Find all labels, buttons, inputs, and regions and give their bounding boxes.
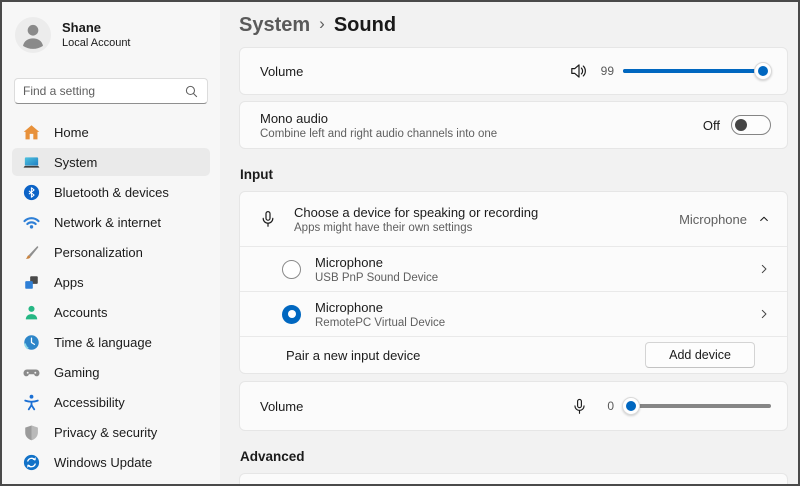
sidebar-item-label: Gaming xyxy=(54,365,100,380)
mono-audio-row: Mono audio Combine left and right audio … xyxy=(239,101,788,149)
windows-update-icon xyxy=(22,453,41,472)
microphone-icon xyxy=(570,397,589,416)
home-icon xyxy=(22,123,41,142)
microphone-icon xyxy=(258,209,278,229)
user-account-type: Local Account xyxy=(62,36,131,50)
main-content: System › Sound Volume 99 M xyxy=(220,2,798,484)
add-device-button[interactable]: Add device xyxy=(645,342,755,368)
device-description: USB PnP Sound Device xyxy=(315,271,438,285)
sidebar: Shane Local Account Home System xyxy=(2,2,220,484)
sidebar-item-label: Accounts xyxy=(54,305,107,320)
output-volume-value: 99 xyxy=(598,64,614,78)
sidebar-item-windows-update[interactable]: Windows Update xyxy=(12,448,210,476)
input-section-title: Input xyxy=(240,167,788,182)
radio-selected-icon[interactable] xyxy=(282,305,301,324)
input-device-chooser-header[interactable]: Choose a device for speaking or recordin… xyxy=(240,192,787,246)
paintbrush-icon xyxy=(22,243,41,262)
device-description: RemotePC Virtual Device xyxy=(315,316,445,330)
sidebar-item-label: System xyxy=(54,155,97,170)
settings-window: Shane Local Account Home System xyxy=(0,0,800,486)
device-row-usb-pnp[interactable]: Microphone USB PnP Sound Device xyxy=(240,247,787,291)
input-volume-slider[interactable] xyxy=(623,396,771,416)
sidebar-item-network-internet[interactable]: Network & internet xyxy=(12,208,210,236)
chevron-right-icon xyxy=(757,262,771,276)
sidebar-item-label: Home xyxy=(54,125,89,140)
breadcrumb-separator-icon: › xyxy=(319,14,325,36)
shield-icon xyxy=(22,423,41,442)
sidebar-item-gaming[interactable]: Gaming xyxy=(12,358,210,386)
sidebar-item-accessibility[interactable]: Accessibility xyxy=(12,388,210,416)
time-language-icon xyxy=(22,333,41,352)
accounts-icon xyxy=(22,303,41,322)
sidebar-item-accounts[interactable]: Accounts xyxy=(12,298,210,326)
mono-audio-title: Mono audio xyxy=(260,110,497,127)
device-name: Microphone xyxy=(315,254,438,271)
device-row-remotepc[interactable]: Microphone RemotePC Virtual Device xyxy=(240,292,787,336)
chevron-up-icon xyxy=(757,212,771,226)
chooser-title: Choose a device for speaking or recordin… xyxy=(294,204,538,221)
mono-audio-state: Off xyxy=(703,118,720,133)
pair-device-row: Pair a new input device Add device xyxy=(240,337,787,373)
page-title: Sound xyxy=(334,14,396,37)
chevron-right-icon xyxy=(757,307,771,321)
chooser-description: Apps might have their own settings xyxy=(294,221,538,235)
breadcrumb: System › Sound xyxy=(239,10,788,40)
sidebar-item-system[interactable]: System xyxy=(12,148,210,176)
sidebar-item-time-language[interactable]: Time & language xyxy=(12,328,210,356)
search-box[interactable] xyxy=(14,78,208,104)
sidebar-item-label: Time & language xyxy=(54,335,152,350)
input-volume-value: 0 xyxy=(598,399,614,413)
output-volume-slider-thumb[interactable] xyxy=(754,62,772,80)
search-input[interactable] xyxy=(23,84,184,98)
user-avatar-icon xyxy=(14,16,52,54)
mono-audio-description: Combine left and right audio channels in… xyxy=(260,127,497,141)
sidebar-item-apps[interactable]: Apps xyxy=(12,268,210,296)
system-icon xyxy=(22,153,41,172)
sidebar-item-label: Apps xyxy=(54,275,84,290)
search-icon[interactable] xyxy=(184,84,199,99)
gamepad-icon xyxy=(22,363,41,382)
sidebar-item-bluetooth-devices[interactable]: Bluetooth & devices xyxy=(12,178,210,206)
output-volume-slider[interactable] xyxy=(623,61,771,81)
radio-unselected-icon[interactable] xyxy=(282,260,301,279)
output-volume-label: Volume xyxy=(260,64,303,79)
input-volume-row: Volume 0 xyxy=(239,381,788,431)
accessibility-icon xyxy=(22,393,41,412)
breadcrumb-system-link[interactable]: System xyxy=(239,14,310,37)
sidebar-item-label: Accessibility xyxy=(54,395,125,410)
sidebar-item-privacy-security[interactable]: Privacy & security xyxy=(12,418,210,446)
advanced-section-title: Advanced xyxy=(240,449,788,464)
user-account[interactable]: Shane Local Account xyxy=(12,14,210,68)
advanced-card-partial xyxy=(239,473,788,484)
sidebar-item-label: Windows Update xyxy=(54,455,152,470)
input-volume-slider-thumb[interactable] xyxy=(622,397,640,415)
sidebar-item-label: Bluetooth & devices xyxy=(54,185,169,200)
sidebar-item-label: Privacy & security xyxy=(54,425,157,440)
output-volume-row: Volume 99 xyxy=(239,47,788,95)
sidebar-item-home[interactable]: Home xyxy=(12,118,210,146)
mono-audio-toggle[interactable] xyxy=(731,115,771,135)
speaker-icon[interactable] xyxy=(569,61,589,81)
input-volume-label: Volume xyxy=(260,399,303,414)
wifi-icon xyxy=(22,213,41,232)
device-name: Microphone xyxy=(315,299,445,316)
input-device-chooser-card: Choose a device for speaking or recordin… xyxy=(239,191,788,374)
user-name: Shane xyxy=(62,20,131,36)
chooser-selected-device[interactable]: Microphone xyxy=(679,212,771,227)
sidebar-item-label: Network & internet xyxy=(54,215,161,230)
bluetooth-icon xyxy=(22,183,41,202)
apps-icon xyxy=(22,273,41,292)
chooser-selected-device-label: Microphone xyxy=(679,212,747,227)
sidebar-item-label: Personalization xyxy=(54,245,143,260)
sidebar-nav: Home System Bluetooth & devices Network … xyxy=(12,118,210,476)
sidebar-item-personalization[interactable]: Personalization xyxy=(12,238,210,266)
pair-device-label: Pair a new input device xyxy=(286,348,420,363)
